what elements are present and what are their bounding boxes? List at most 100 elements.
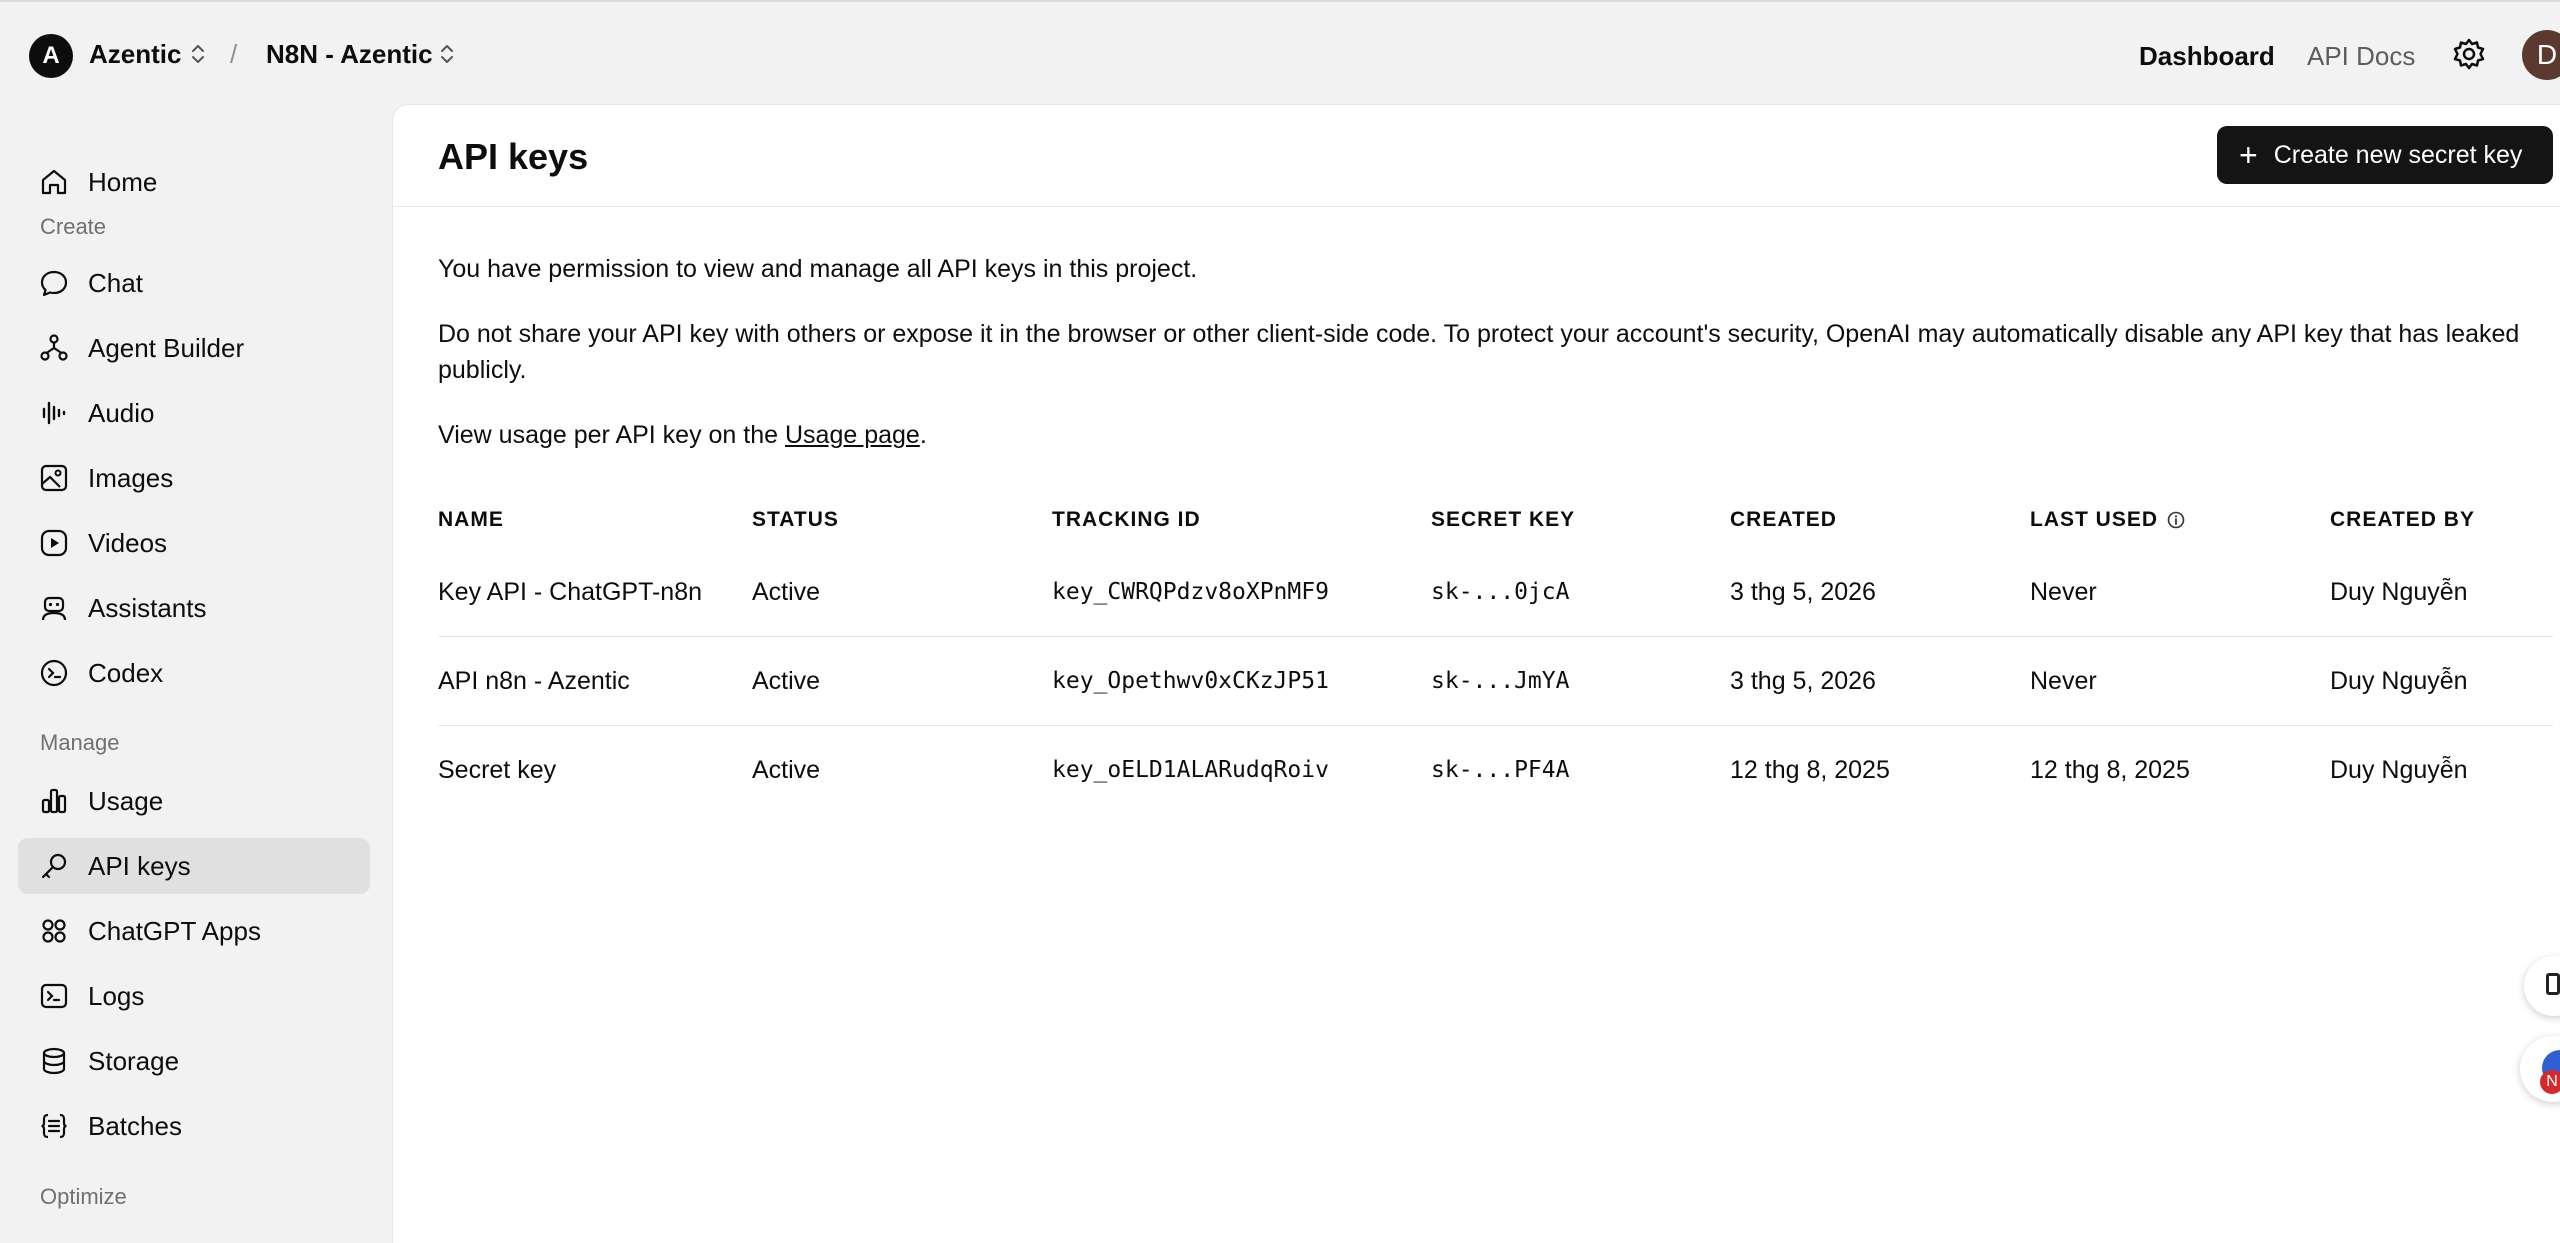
row-2-created-by: Duy Nguyễn — [2330, 667, 2468, 695]
usage-info-suffix: . — [919, 421, 927, 449]
row-3-status: Active — [752, 756, 821, 784]
sidebar-item-images[interactable]: Images — [18, 450, 370, 506]
column-header-status: STATUS — [752, 508, 839, 531]
bar-chart-icon — [41, 788, 67, 814]
column-header-created-by: CREATED BY — [2330, 508, 2475, 531]
row-1-last-used: Never — [2030, 578, 2097, 606]
column-header-secret-key: SECRET KEY — [1431, 508, 1576, 531]
sidebar-item-label: Chat — [88, 267, 143, 298]
plus-icon: + — [2239, 137, 2258, 173]
row-2-created: 3 thg 5, 2026 — [1730, 667, 1876, 695]
user-avatar[interactable]: D — [2522, 30, 2560, 80]
permission-text: You have permission to view and manage a… — [438, 255, 1198, 283]
column-header-last-used: LAST USED — [2030, 508, 2186, 532]
sidebar-item-storage[interactable]: Storage — [18, 1033, 370, 1089]
sidebar-item-label: Usage — [88, 785, 164, 816]
column-header-name: NAME — [438, 508, 504, 531]
sidebar-item-usage[interactable]: Usage — [18, 773, 370, 829]
header-divider — [393, 206, 2560, 207]
key-icon — [41, 853, 67, 879]
row-1-created-by: Duy Nguyễn — [2330, 578, 2468, 606]
nav-api-docs-link[interactable]: API Docs — [2307, 40, 2415, 72]
usage-info-prefix: View usage per API key on the — [438, 421, 785, 449]
sidebar-item-codex[interactable]: Codex — [18, 645, 370, 701]
row-2-status: Active — [752, 667, 821, 695]
sidebar-item-batches[interactable]: Batches — [18, 1098, 370, 1154]
row-3-created-by: Duy Nguyễn — [2330, 756, 2468, 784]
sidebar-item-label: Videos — [88, 527, 168, 558]
chevron-up-down-icon[interactable] — [189, 40, 207, 68]
project-switcher[interactable]: N8N - Azentic — [266, 38, 433, 70]
sidebar-item-label: Batches — [88, 1110, 182, 1141]
sidebar-item-label: Codex — [88, 657, 164, 688]
row-3-last-used: 12 thg 8, 2025 — [2030, 756, 2190, 784]
batches-braces-icon — [41, 1113, 67, 1139]
codex-terminal-icon — [40, 659, 68, 687]
row-1-tracking-id: key_CWRQPdzv8oXPnMF9 — [1052, 579, 1329, 605]
sidebar-item-label: Storage — [88, 1045, 180, 1076]
panel-icon — [2546, 973, 2560, 995]
sidebar-item-api-keys[interactable]: API keys — [18, 838, 370, 894]
database-icon — [42, 1047, 66, 1075]
row-2-last-used: Never — [2030, 667, 2097, 695]
row-1-created: 3 thg 5, 2026 — [1730, 578, 1876, 606]
logs-terminal-icon — [40, 983, 68, 1009]
main-panel: API keys + Create new secret key You hav… — [392, 104, 2560, 1243]
breadcrumb-separator: / — [230, 39, 238, 69]
apps-grid-icon — [42, 919, 66, 943]
chevron-up-down-icon[interactable] — [438, 40, 456, 68]
create-secret-key-button[interactable]: + Create new secret key — [2217, 126, 2553, 184]
row-1-name[interactable]: Key API - ChatGPT-n8n — [438, 576, 702, 608]
sidebar-item-agent-builder[interactable]: Agent Builder — [18, 320, 370, 376]
row-3-tracking-id: key_oELD1ALARudqRoiv — [1052, 757, 1329, 783]
sidebar-section-optimize: Optimize — [40, 1184, 127, 1209]
sidebar-item-videos[interactable]: Videos — [18, 515, 370, 571]
sidebar-item-label: Audio — [88, 397, 155, 428]
top-bar: A Azentic / N8N - Azentic Dashboard API … — [0, 0, 2560, 104]
sidebar-item-chatgpt-apps[interactable]: ChatGPT Apps — [18, 903, 370, 959]
image-icon — [40, 464, 68, 492]
sidebar-item-label: Logs — [88, 980, 145, 1011]
security-warning-text: Do not share your API key with others or… — [438, 320, 2520, 384]
column-header-last-used-label: LAST USED — [2030, 508, 2159, 531]
sidebar: Home Create Chat Agent Builder Audio Ima… — [0, 104, 392, 1243]
row-2-secret-key: sk-...JmYA — [1431, 668, 1570, 694]
row-3-name[interactable]: Secret key — [438, 754, 556, 786]
notification-badge: N — [2540, 1070, 2560, 1094]
chat-bubble-icon — [40, 270, 68, 297]
org-avatar[interactable]: A — [29, 34, 73, 78]
nav-dashboard-link[interactable]: Dashboard — [2139, 40, 2275, 72]
row-divider — [438, 636, 2553, 637]
sidebar-item-chat[interactable]: Chat — [18, 255, 370, 311]
usage-info-text: View usage per API key on the Usage page… — [438, 417, 2538, 453]
sidebar-item-assistants[interactable]: Assistants — [18, 580, 370, 636]
usage-page-link[interactable]: Usage page — [785, 421, 920, 449]
sidebar-item-audio[interactable]: Audio — [18, 385, 370, 441]
sidebar-section-create: Create — [40, 214, 107, 239]
column-header-tracking-id: TRACKING ID — [1052, 508, 1201, 531]
sidebar-item-label: Images — [88, 462, 174, 493]
row-1-secret-key: sk-...0jcA — [1431, 579, 1570, 605]
row-3-secret-key: sk-...PF4A — [1431, 757, 1570, 783]
org-switcher[interactable]: Azentic — [89, 38, 181, 70]
assistant-robot-icon — [41, 596, 67, 621]
home-icon — [41, 169, 67, 195]
agent-builder-icon — [40, 334, 68, 361]
column-header-created: CREATED — [1730, 508, 1837, 531]
sidebar-item-logs[interactable]: Logs — [18, 968, 370, 1024]
row-1-status: Active — [752, 578, 821, 606]
info-icon[interactable] — [2166, 510, 2186, 530]
sidebar-item-label: ChatGPT Apps — [88, 915, 261, 946]
row-2-name[interactable]: API n8n - Azentic — [438, 665, 630, 697]
gear-icon[interactable] — [2452, 37, 2486, 71]
create-secret-key-label: Create new secret key — [2273, 140, 2523, 169]
play-circle-icon — [40, 529, 68, 557]
row-2-tracking-id: key_Opethwv0xCKzJP51 — [1052, 668, 1329, 694]
sidebar-item-label: Assistants — [88, 592, 207, 623]
row-3-created: 12 thg 8, 2025 — [1730, 756, 1890, 784]
sidebar-item-home[interactable]: Home — [18, 154, 370, 210]
row-divider — [438, 725, 2553, 726]
audio-waveform-icon — [42, 401, 66, 425]
page-title: API keys — [438, 136, 589, 177]
sidebar-item-label: API keys — [88, 850, 191, 881]
